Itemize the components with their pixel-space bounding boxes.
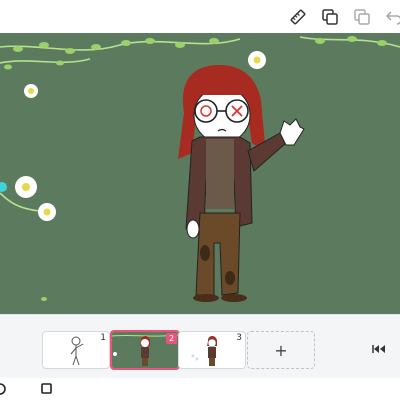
- duplicate-layer-icon: [322, 9, 338, 25]
- plus-icon: +: [274, 340, 288, 360]
- ruler-button[interactable]: [287, 6, 309, 28]
- drawing-canvas[interactable]: [0, 33, 400, 314]
- frame-thumbnail-2[interactable]: 2: [110, 330, 180, 370]
- duplicate-button[interactable]: [319, 6, 341, 28]
- skip-to-start-icon: [372, 345, 385, 353]
- ruler-icon: [290, 9, 306, 25]
- rewind-button[interactable]: [367, 339, 391, 359]
- top-toolbar: [0, 0, 400, 33]
- canvas-artwork: [0, 33, 400, 314]
- home-circle-icon[interactable]: [0, 382, 8, 396]
- frame-timeline: 1 2 3 +: [0, 314, 400, 379]
- frame-thumbnail-3[interactable]: 3: [178, 331, 246, 369]
- undo-icon: [385, 11, 400, 25]
- frame-number: 3: [236, 333, 242, 343]
- frame-thumbnail-1[interactable]: 1: [42, 331, 110, 369]
- frame-number: 2: [166, 333, 177, 344]
- undo-button[interactable]: [383, 6, 400, 28]
- add-frame-button[interactable]: +: [247, 331, 315, 369]
- recents-square-icon[interactable]: [41, 383, 53, 395]
- stick-figure-thumbnail: [70, 336, 84, 366]
- copy-button[interactable]: [351, 6, 373, 28]
- character-thumbnail: [191, 336, 217, 366]
- copy-icon: [354, 9, 370, 25]
- frame-number: 1: [100, 333, 106, 343]
- system-nav-bar: [0, 378, 400, 400]
